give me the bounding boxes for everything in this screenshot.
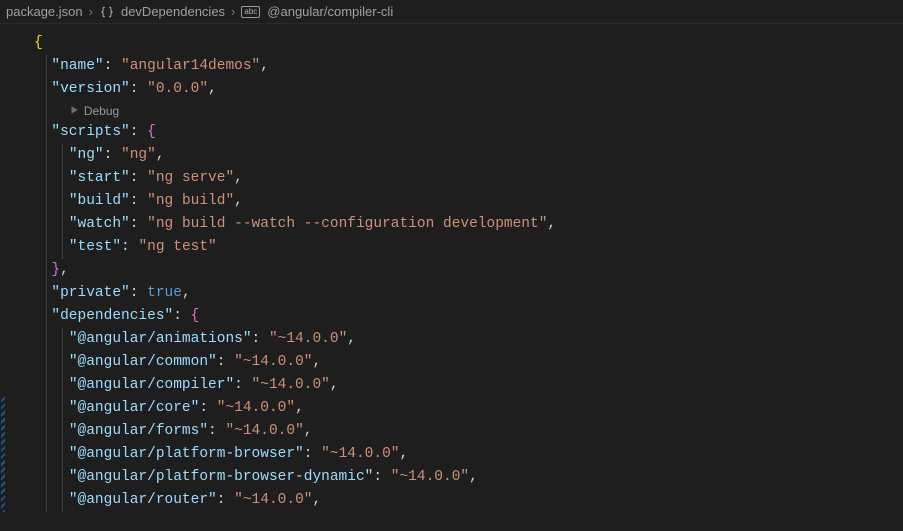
code-editor[interactable]: { "name": "angular14demos", "version": "… (0, 24, 903, 512)
code-line[interactable]: "dependencies": { (0, 305, 903, 328)
code-line[interactable]: "private": true, (0, 282, 903, 305)
code-line[interactable]: "test": "ng test" (0, 236, 903, 259)
code-line[interactable]: "name": "angular14demos", (0, 55, 903, 78)
breadcrumb[interactable]: package.json › devDependencies › abc @an… (0, 0, 903, 24)
code-line[interactable]: "scripts": { (0, 121, 903, 144)
chevron-right-icon: › (89, 4, 93, 19)
code-line[interactable]: "ng": "ng", (0, 144, 903, 167)
code-line[interactable]: }, (0, 259, 903, 282)
code-line[interactable]: "build": "ng build", (0, 190, 903, 213)
code-line[interactable]: "@angular/compiler": "~14.0.0", (0, 374, 903, 397)
string-icon: abc (241, 6, 260, 18)
chevron-right-icon: › (231, 4, 235, 19)
breadcrumb-segment-1[interactable]: devDependencies (121, 4, 225, 19)
code-line[interactable]: "@angular/platform-browser": "~14.0.0", (0, 443, 903, 466)
code-line[interactable]: "version": "0.0.0", (0, 78, 903, 101)
code-line[interactable]: "@angular/common": "~14.0.0", (0, 351, 903, 374)
braces-icon (99, 4, 115, 20)
code-line[interactable]: "start": "ng serve", (0, 167, 903, 190)
code-line[interactable]: "@angular/platform-browser-dynamic": "~1… (0, 466, 903, 489)
code-line[interactable]: "@angular/router": "~14.0.0", (0, 489, 903, 512)
codelens-line: Debug (0, 101, 903, 121)
breadcrumb-file[interactable]: package.json (6, 4, 83, 19)
code-line[interactable]: "watch": "ng build --watch --configurati… (0, 213, 903, 236)
code-line[interactable]: "@angular/forms": "~14.0.0", (0, 420, 903, 443)
code-line[interactable]: { (0, 32, 903, 55)
code-line[interactable]: "@angular/animations": "~14.0.0", (0, 328, 903, 351)
codelens-debug[interactable]: Debug (84, 100, 119, 123)
code-line[interactable]: "@angular/core": "~14.0.0", (0, 397, 903, 420)
play-icon[interactable] (69, 100, 79, 123)
breadcrumb-segment-2[interactable]: @angular/compiler-cli (267, 4, 393, 19)
